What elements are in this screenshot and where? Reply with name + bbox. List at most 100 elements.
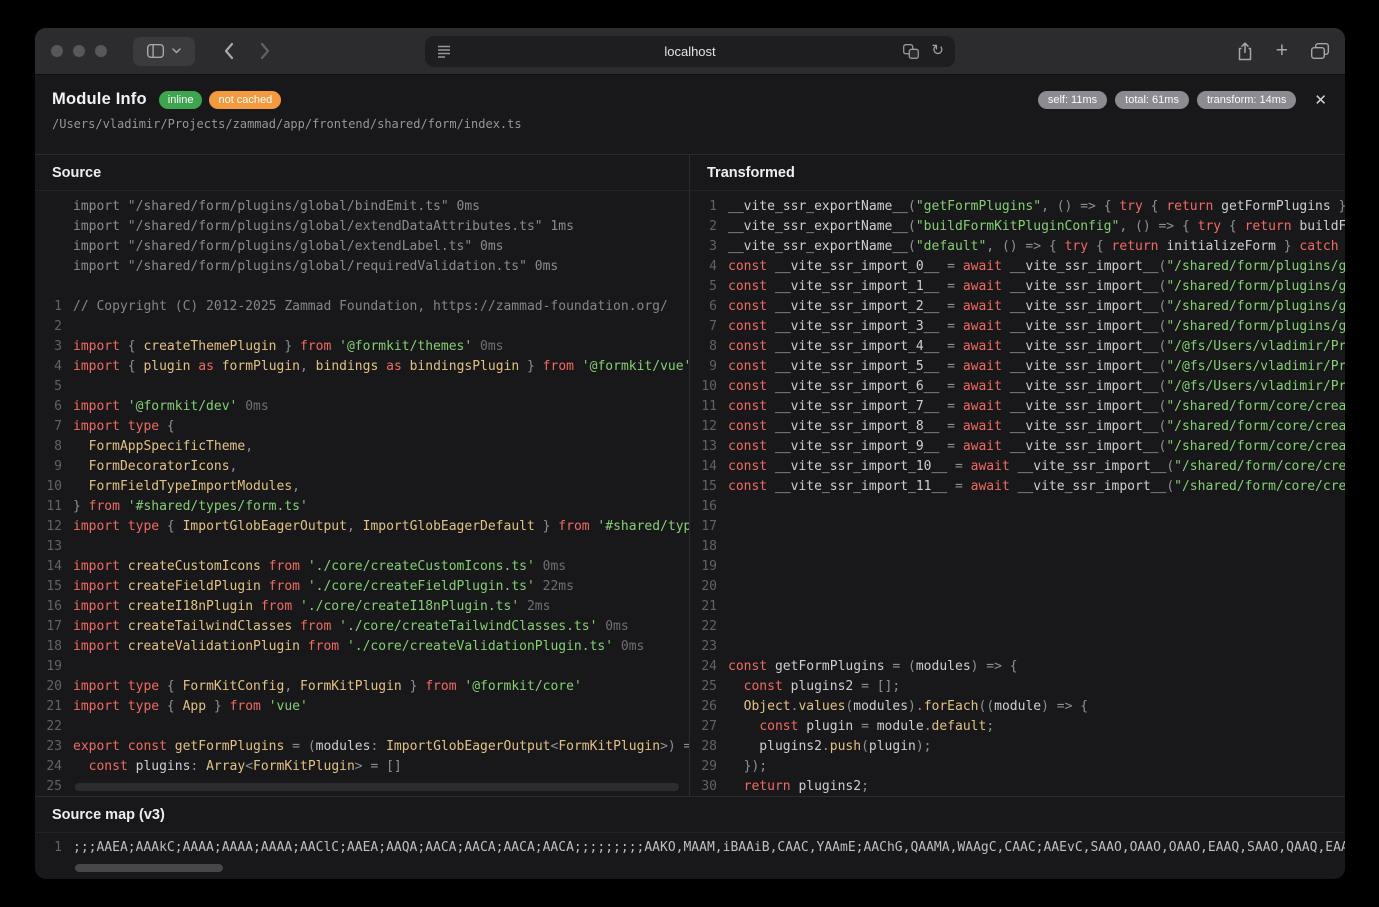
code-text: }); [717,757,767,777]
code-line: 14import createCustomIcons from './core/… [35,557,689,577]
code-line: 5const __vite_ssr_import_1__ = await __v… [690,277,1345,297]
window-minimize-button[interactable] [73,45,85,57]
line-number [35,217,62,237]
code-text: } from '#shared/types/form.ts' [62,497,308,517]
code-text: import createFieldPlugin from './core/cr… [62,577,574,597]
line-number: 28 [690,737,717,757]
code-line: 15import createFieldPlugin from './core/… [35,577,689,597]
line-number: 8 [690,337,717,357]
sourcemap-code[interactable]: 1 ;;;AAEA;AAAkC;AAAA;AAAA;AAAA;AAClC;AAE… [35,833,1345,858]
code-text: const __vite_ssr_import_5__ = await __vi… [717,357,1345,377]
sourcemap-horizontal-scrollbar[interactable] [75,864,223,872]
address-bar[interactable]: localhost ↻ [425,36,955,67]
new-tab-icon[interactable]: + [1276,40,1288,61]
code-line: 1// Copyright (C) 2012-2025 Zammad Found… [35,297,689,317]
code-text [717,617,728,637]
code-text: const __vite_ssr_import_9__ = await __vi… [717,437,1345,457]
code-text: const __vite_ssr_import_7__ = await __vi… [717,397,1345,417]
code-line: import "/shared/form/plugins/global/exte… [35,217,689,237]
share-icon[interactable] [1237,42,1253,61]
code-text: const plugin = module.default; [717,717,994,737]
nav-buttons [223,42,271,60]
code-text: FormDecoratorIcons, [62,457,237,477]
source-horizontal-scrollbar[interactable] [75,783,679,791]
line-number: 7 [690,317,717,337]
code-text [62,717,73,737]
code-text [62,277,73,297]
line-number: 15 [690,477,717,497]
line-number: 3 [35,337,62,357]
code-line: 21 [690,597,1345,617]
code-text: const __vite_ssr_import_3__ = await __vi… [717,317,1345,337]
code-text: import createCustomIcons from './core/cr… [62,557,566,577]
code-line: 6import '@formkit/dev' 0ms [35,397,689,417]
line-number: 16 [35,597,62,617]
sourcemap-section: Source map (v3) 1 ;;;AAEA;AAAkC;AAAA;AAA… [35,796,1345,878]
tab-overview-icon[interactable] [1311,43,1329,59]
code-line: 16 [690,497,1345,517]
line-number: 4 [690,257,717,277]
code-line: 26 Object.values(modules).forEach((modul… [690,697,1345,717]
module-file-path: /Users/vladimir/Projects/zammad/app/fron… [52,117,1327,131]
code-line: 22 [35,717,689,737]
line-number: 30 [690,777,717,796]
code-line: 4import { plugin as formPlugin, bindings… [35,357,689,377]
code-text: const __vite_ssr_import_2__ = await __vi… [717,297,1345,317]
line-number: 14 [35,557,62,577]
sidebar-toggle-button[interactable] [133,37,195,66]
code-text: const __vite_ssr_import_6__ = await __vi… [717,377,1345,397]
transformed-panel: Transformed 1__vite_ssr_exportName__("ge… [690,155,1345,796]
line-number: 13 [35,537,62,557]
code-line: 25 const plugins2 = []; [690,677,1345,697]
code-line: 24 const plugins: Array<FormKitPlugin> =… [35,757,689,777]
sourcemap-mappings: ;;;AAEA;AAAkC;AAAA;AAAA;AAAA;AAClC;AAEA;… [62,838,1345,858]
code-text [62,777,73,796]
code-line: 8 FormAppSpecificTheme, [35,437,689,457]
transformed-code[interactable]: 1__vite_ssr_exportName__("getFormPlugins… [690,191,1345,796]
sourcemap-title: Source map (v3) [35,797,1345,833]
code-line: 18import createValidationPlugin from './… [35,637,689,657]
code-line: 11const __vite_ssr_import_7__ = await __… [690,397,1345,417]
code-text: plugins2.push(plugin); [717,737,932,757]
code-text [717,577,728,597]
line-number: 23 [690,637,717,657]
code-text [717,557,728,577]
code-text: __vite_ssr_exportName__("getFormPlugins"… [717,197,1345,217]
code-text: import "/shared/form/plugins/global/bind… [62,197,480,217]
line-number [35,197,62,217]
timing-badges: self: 11mstotal: 61mstransform: 14ms [1038,91,1297,109]
code-line: 19 [690,557,1345,577]
code-line [35,277,689,297]
status-badge: not cached [209,91,281,109]
code-text: import "/shared/form/plugins/global/exte… [62,237,503,257]
translate-icon[interactable] [903,44,919,59]
code-text [717,517,728,537]
module-header: Module Info inlinenot cached self: 11mst… [35,75,1345,154]
code-line: 19 [35,657,689,677]
reload-icon[interactable]: ↻ [931,41,944,59]
close-button[interactable]: ✕ [1314,91,1327,109]
source-panel: Source import "/shared/form/plugins/glob… [35,155,690,796]
code-text: const __vite_ssr_import_1__ = await __vi… [717,277,1345,297]
code-text: Object.values(modules).forEach((module) … [717,697,1088,717]
back-button[interactable] [223,42,234,60]
line-number: 3 [690,237,717,257]
window-close-button[interactable] [51,45,63,57]
code-text: import '@formkit/dev' 0ms [62,397,269,417]
code-line: 27 const plugin = module.default; [690,717,1345,737]
window-zoom-button[interactable] [95,45,107,57]
traffic-lights [51,45,107,57]
code-text: const __vite_ssr_import_0__ = await __vi… [717,257,1345,277]
source-code[interactable]: import "/shared/form/plugins/global/bind… [35,191,689,796]
code-text: import type { App } from 'vue' [62,697,308,717]
line-number: 5 [690,277,717,297]
code-text: import { plugin as formPlugin, bindings … [62,357,689,377]
code-line: 6const __vite_ssr_import_2__ = await __v… [690,297,1345,317]
line-number: 17 [35,617,62,637]
code-line: 11} from '#shared/types/form.ts' [35,497,689,517]
line-number: 21 [35,697,62,717]
line-number: 19 [35,657,62,677]
timing-badge: total: 61ms [1115,91,1189,109]
toolbar-right-tools: + [1237,42,1329,61]
forward-button[interactable] [260,42,271,60]
